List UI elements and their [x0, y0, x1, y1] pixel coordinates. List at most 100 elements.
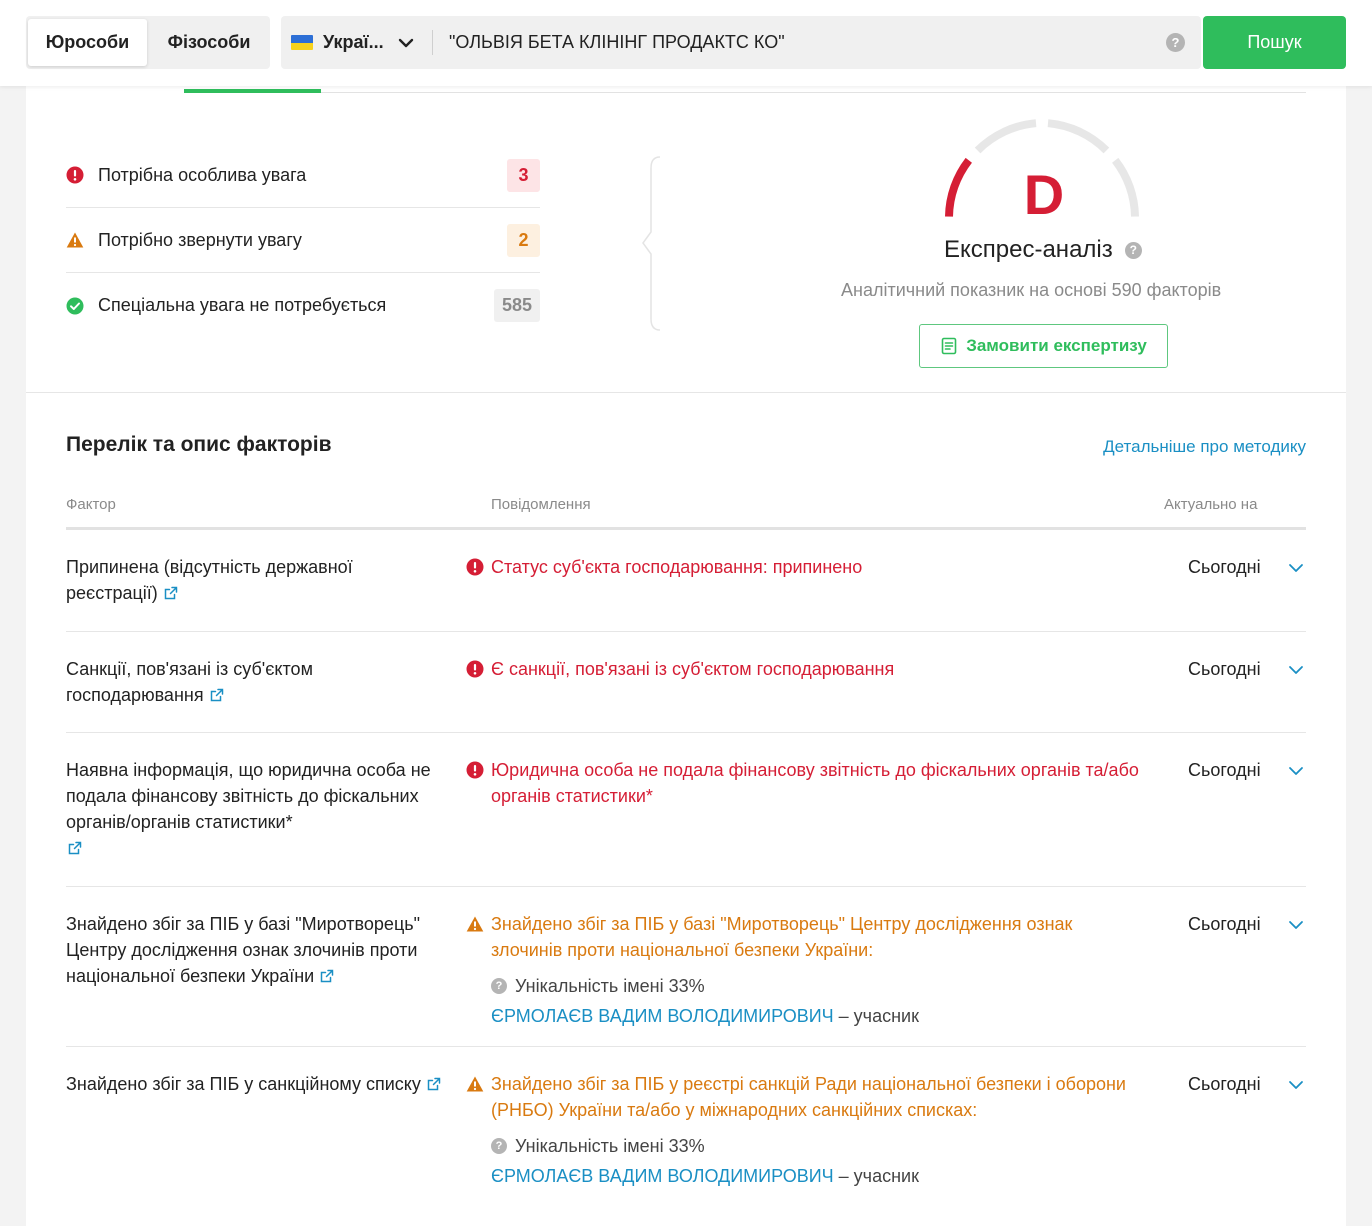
warning-count-badge: 2	[507, 223, 540, 257]
factor-name: Знайдено збіг за ПІБ у базі "Миротворець…	[66, 911, 446, 989]
factor-date: Сьогодні	[1188, 1074, 1261, 1094]
search-bar: Юрособи Фізособи Украї... ? Пошук	[0, 0, 1372, 86]
entity-type-switch: Юрособи Фізособи	[26, 16, 270, 69]
summary-warning: Потрібно звернути увагу 2	[66, 208, 540, 273]
search-field-container: Украї... ?	[281, 16, 1201, 69]
factor-text: Припинена (відсутність державної реєстра…	[66, 557, 353, 603]
search-button[interactable]: Пошук	[1203, 16, 1346, 69]
search-input[interactable]	[449, 16, 1149, 69]
factor-message: Знайдено збіг за ПІБ у реєстрі санкцій Р…	[466, 1071, 1126, 1189]
ukraine-flag-icon	[291, 35, 313, 50]
critical-count-badge: 3	[507, 158, 540, 192]
chevron-down-icon[interactable]	[1288, 560, 1304, 576]
warning-icon	[466, 1076, 484, 1092]
table-row: Санкції, пов'язані із суб'єктом господар…	[66, 632, 1306, 733]
help-icon[interactable]: ?	[491, 1138, 507, 1154]
person-link[interactable]: ЄРМОЛАЄВ ВАДИМ ВОЛОДИМИРОВИЧ	[491, 1006, 834, 1026]
person-role: – учасник	[833, 1006, 919, 1026]
warning-icon	[66, 232, 84, 248]
external-link-icon[interactable]	[427, 1077, 441, 1091]
table-row: Знайдено збіг за ПІБ у базі "Миротворець…	[66, 887, 1306, 1047]
chevron-down-icon[interactable]	[1288, 763, 1304, 779]
factor-text: Наявна інформація, що юридична особа не …	[66, 760, 431, 832]
country-label: Украї...	[323, 32, 384, 52]
error-icon	[466, 761, 484, 779]
message-text: Знайдено збіг за ПІБ у базі "Миротворець…	[491, 914, 1073, 960]
factor-message: Юридична особа не подала фінансову звітн…	[466, 757, 1146, 809]
name-uniqueness: ? Унікальність імені 33%	[491, 1133, 1126, 1159]
help-icon[interactable]: ?	[491, 978, 507, 994]
summary-label: Потрібно звернути увагу	[98, 229, 302, 250]
factor-message: Є санкції, пов'язані із суб'єктом господ…	[466, 656, 1156, 682]
external-link-icon[interactable]	[164, 586, 178, 600]
table-row: Припинена (відсутність державної реєстра…	[66, 530, 1306, 632]
express-title-text: Експрес-аналіз	[944, 236, 1113, 263]
factor-text: Знайдено збіг за ПІБ у базі "Миротворець…	[66, 914, 421, 986]
table-row: Знайдено збіг за ПІБ у санкційному списк…	[66, 1047, 1306, 1226]
column-header-message: Повідомлення	[491, 496, 591, 513]
tab-divider	[321, 92, 1306, 93]
message-text: Знайдено збіг за ПІБ у реєстрі санкцій Р…	[491, 1074, 1126, 1120]
factor-text: Знайдено збіг за ПІБ у санкційному списк…	[66, 1074, 421, 1094]
external-link-icon[interactable]	[210, 688, 224, 702]
summary-ok: Спеціальна увага не потребується 585	[66, 273, 540, 338]
ok-count-badge: 585	[493, 289, 540, 322]
name-uniqueness: ? Унікальність імені 33%	[491, 973, 1126, 999]
factor-name: Знайдено збіг за ПІБ у санкційному списк…	[66, 1071, 446, 1097]
uniqueness-text: Унікальність імені 33%	[515, 1136, 705, 1156]
brace-divider	[642, 156, 661, 331]
factor-message: Статус суб'єкта господарювання: припинен…	[466, 554, 1156, 580]
risk-grade: D	[1023, 163, 1065, 226]
express-subtitle: Аналітичний показник на основі 590 факто…	[841, 280, 1222, 300]
analysis-card: Потрібна особлива увага 3 Потрібно зверн…	[26, 86, 1346, 1226]
table-row: Наявна інформація, що юридична особа не …	[66, 733, 1306, 887]
column-header-date: Актуально на	[1164, 496, 1258, 513]
column-header-factor: Фактор	[66, 496, 116, 513]
matched-person: ЄРМОЛАЄВ ВАДИМ ВОЛОДИМИРОВИЧ – учасник	[491, 1003, 1126, 1029]
tab-individuals[interactable]: Фізособи	[150, 19, 268, 66]
factor-name: Санкції, пов'язані із суб'єктом господар…	[66, 656, 446, 708]
factor-message: Знайдено збіг за ПІБ у базі "Миротворець…	[466, 911, 1126, 1029]
chevron-down-icon	[398, 38, 413, 47]
methodology-link[interactable]: Детальніше про методику	[1103, 437, 1306, 457]
external-link-icon[interactable]	[68, 841, 82, 855]
country-select[interactable]: Украї...	[291, 16, 414, 69]
check-circle-icon	[66, 297, 84, 314]
matched-person: ЄРМОЛАЄВ ВАДИМ ВОЛОДИМИРОВИЧ – учасник	[491, 1163, 1126, 1189]
person-role: – учасник	[833, 1166, 919, 1186]
tab-legal-entities[interactable]: Юрособи	[28, 19, 147, 66]
summary-label: Спеціальна увага не потребується	[98, 295, 387, 315]
chevron-down-icon[interactable]	[1288, 1077, 1304, 1093]
error-icon	[466, 660, 484, 678]
summary-label: Потрібна особлива увага	[98, 164, 307, 185]
person-link[interactable]: ЄРМОЛАЄВ ВАДИМ ВОЛОДИМИРОВИЧ	[491, 1166, 834, 1186]
document-icon	[941, 337, 957, 355]
message-text: Статус суб'єкта господарювання: припинен…	[491, 557, 863, 577]
factor-name: Припинена (відсутність державної реєстра…	[66, 554, 446, 606]
active-tab-indicator	[184, 89, 321, 93]
error-icon	[466, 558, 484, 576]
message-text: Юридична особа не подала фінансову звітн…	[491, 760, 1139, 806]
external-link-icon[interactable]	[320, 969, 334, 983]
help-icon[interactable]: ?	[1124, 241, 1142, 259]
factor-date: Сьогодні	[1188, 659, 1261, 679]
error-icon	[66, 166, 84, 184]
factors-title: Перелік та опис факторів	[66, 433, 332, 456]
uniqueness-text: Унікальність імені 33%	[515, 976, 705, 996]
warning-icon	[466, 916, 484, 932]
factor-date: Сьогодні	[1188, 557, 1261, 577]
summary-critical: Потрібна особлива увага 3	[66, 143, 540, 208]
help-icon[interactable]: ?	[1166, 33, 1185, 52]
divider	[432, 30, 433, 55]
order-expertise-button[interactable]: Замовити експертизу	[919, 324, 1168, 368]
message-text: Є санкції, пов'язані із суб'єктом господ…	[491, 659, 895, 679]
factor-date: Сьогодні	[1188, 760, 1261, 780]
express-analysis-title: Експрес-аналіз ?	[944, 236, 1142, 264]
factor-date: Сьогодні	[1188, 914, 1261, 934]
factor-name: Наявна інформація, що юридична особа не …	[66, 757, 436, 861]
chevron-down-icon[interactable]	[1288, 917, 1304, 933]
section-divider	[26, 392, 1346, 393]
chevron-down-icon[interactable]	[1288, 662, 1304, 678]
factor-text: Санкції, пов'язані із суб'єктом господар…	[66, 659, 313, 705]
order-expertise-label: Замовити експертизу	[966, 336, 1147, 355]
